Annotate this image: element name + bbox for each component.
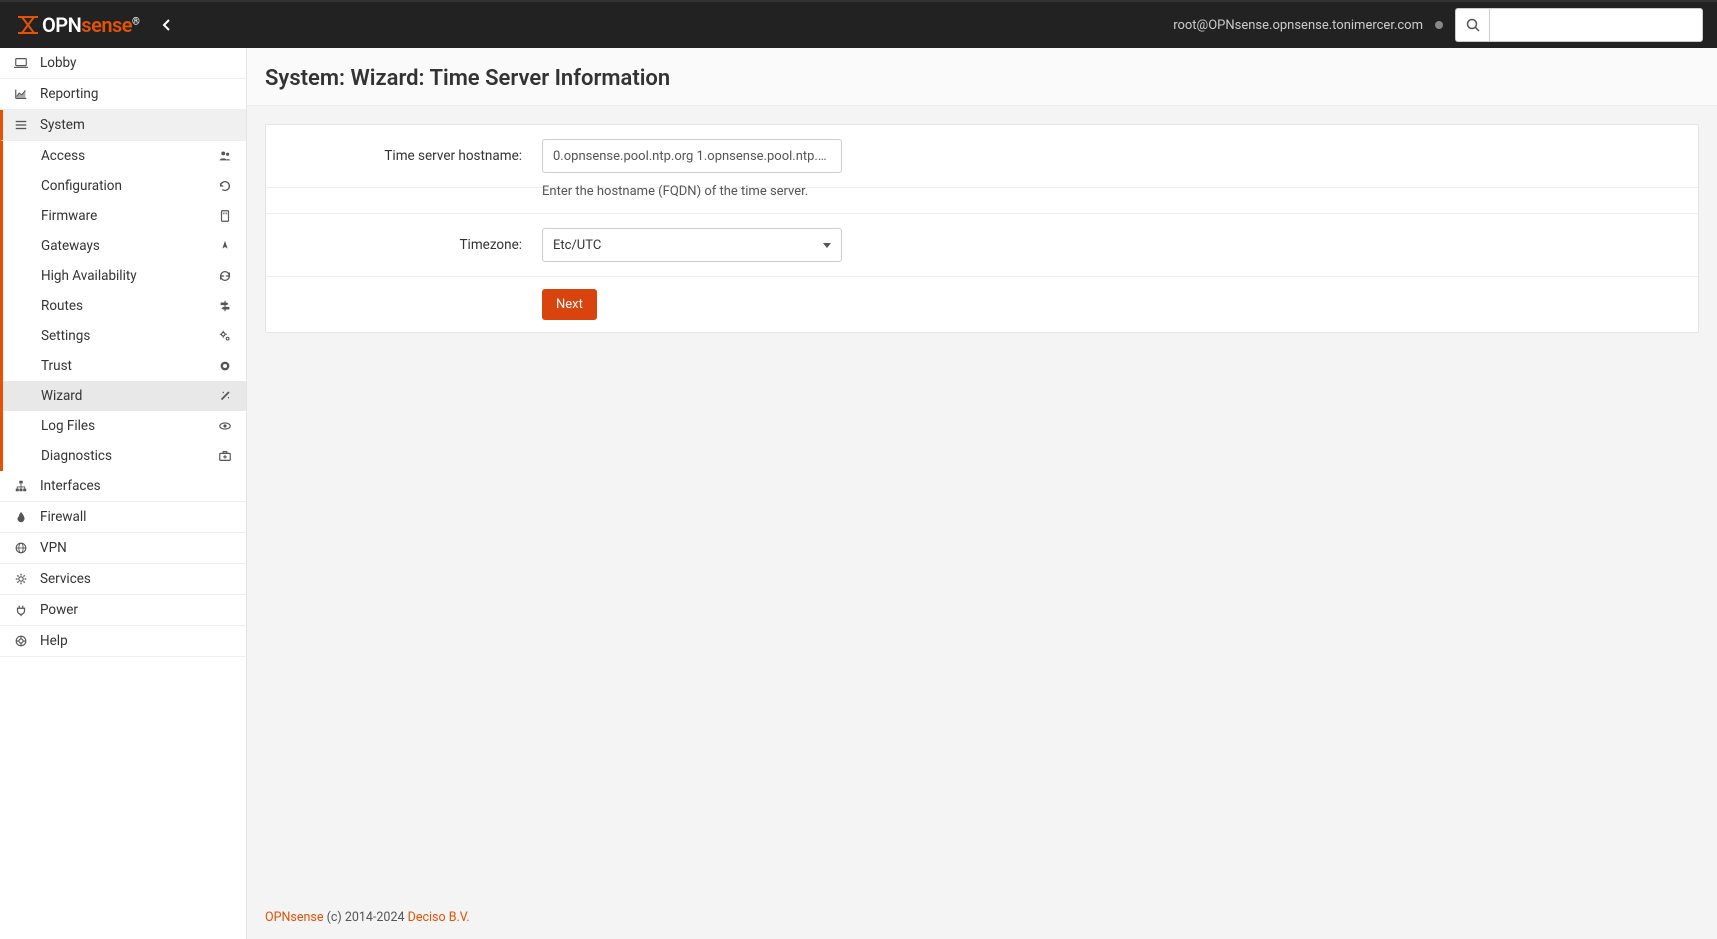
sidebar-subitem-configuration[interactable]: Configuration — [0, 171, 246, 201]
logo[interactable]: OPNsense® — [14, 12, 139, 38]
sidebar-item-label: Diagnostics — [41, 448, 112, 464]
sidebar-subitem-diagnostics[interactable]: Diagnostics — [0, 441, 246, 471]
logo-text-white: OPN — [42, 13, 81, 37]
sidebar-subitem-high-availability[interactable]: High Availability — [0, 261, 246, 291]
sidebar: Lobby Reporting System Access Configuration… — [0, 48, 247, 939]
sidebar-item-label: Power — [40, 602, 78, 618]
logo-text-orange: sense — [81, 13, 132, 37]
footer-company[interactable]: Deciso B.V. — [408, 910, 470, 925]
sidebar-subitem-log-files[interactable]: Log Files — [0, 411, 246, 441]
main-content: System: Wizard: Time Server Information … — [247, 48, 1717, 939]
cog-icon — [14, 572, 30, 586]
sidebar-item-power[interactable]: Power — [0, 595, 246, 626]
sidebar-item-label: High Availability — [41, 268, 137, 284]
sidebar-item-label: Services — [40, 571, 91, 587]
sidebar-subitem-gateways[interactable]: Gateways — [0, 231, 246, 261]
user-info[interactable]: root@OPNsense.opnsense.tonimercer.com — [1173, 18, 1423, 33]
sidebar-item-label: Firmware — [41, 208, 97, 224]
search-input[interactable] — [1489, 8, 1703, 42]
sidebar-item-label: System — [40, 117, 85, 133]
magic-icon — [218, 389, 232, 403]
cert-icon — [218, 359, 232, 373]
search-button[interactable] — [1455, 8, 1489, 42]
chart-icon — [14, 87, 30, 101]
status-indicator — [1435, 21, 1443, 29]
sidebar-collapse-button[interactable] — [153, 14, 179, 36]
sidebar-subitem-routes[interactable]: Routes — [0, 291, 246, 321]
sidebar-item-lobby[interactable]: Lobby — [0, 48, 246, 79]
life-icon — [14, 634, 30, 648]
sidebar-item-label: Access — [41, 148, 85, 164]
sidebar-item-services[interactable]: Services — [0, 564, 246, 595]
search-wrap — [1455, 8, 1703, 42]
search-icon — [1466, 18, 1480, 32]
sitemap-icon — [14, 479, 30, 493]
sidebar-item-label: Reporting — [40, 86, 98, 102]
sidebar-item-label: Log Files — [41, 418, 95, 434]
sidebar-item-label: Settings — [41, 328, 90, 344]
sidebar-subitem-wizard[interactable]: Wizard — [0, 381, 246, 411]
sidebar-subitem-access[interactable]: Access — [0, 141, 246, 171]
sidebar-item-label: Firewall — [40, 509, 86, 525]
sidebar-item-firewall[interactable]: Firewall — [0, 502, 246, 533]
cogs-icon — [218, 329, 232, 343]
sd-icon — [218, 209, 232, 223]
sidebar-item-reporting[interactable]: Reporting — [0, 79, 246, 110]
footer-mid: (c) 2014-2024 — [323, 910, 407, 925]
laptop-icon — [14, 56, 30, 70]
plug-icon — [14, 603, 30, 617]
sidebar-subitem-settings[interactable]: Settings — [0, 321, 246, 351]
hostname-label: Time server hostname: — [286, 148, 542, 164]
users-icon — [218, 149, 232, 163]
sidebar-item-label: Trust — [41, 358, 72, 374]
sidebar-item-system[interactable]: System — [0, 110, 246, 141]
timezone-select[interactable]: Etc/UTC — [542, 228, 842, 262]
undo-icon — [218, 179, 232, 193]
medkit-icon — [218, 449, 232, 463]
sidebar-item-label: Help — [40, 633, 68, 649]
nav-icon — [218, 239, 232, 253]
list-icon — [14, 118, 30, 132]
sidebar-subitem-trust[interactable]: Trust — [0, 351, 246, 381]
sidebar-subitem-firmware[interactable]: Firmware — [0, 201, 246, 231]
timezone-label: Timezone: — [286, 237, 542, 253]
sidebar-item-label: Lobby — [40, 55, 76, 71]
sidebar-item-label: Routes — [41, 298, 83, 314]
refresh-icon — [218, 269, 232, 283]
sidebar-item-label: Wizard — [41, 388, 82, 404]
footer-brand[interactable]: OPNsense — [265, 910, 323, 925]
globe-icon — [14, 541, 30, 555]
sidebar-item-label: Gateways — [41, 238, 100, 254]
fire-icon — [14, 510, 30, 524]
wizard-panel: Time server hostname: Enter the hostname… — [265, 124, 1699, 333]
sidebar-item-help[interactable]: Help — [0, 626, 246, 657]
sidebar-item-vpn[interactable]: VPN — [0, 533, 246, 564]
hostname-help: Enter the hostname (FQDN) of the time se… — [266, 184, 1698, 214]
footer: OPNsense (c) 2014-2024 Deciso B.V. — [247, 896, 1717, 939]
sidebar-item-label: Configuration — [41, 178, 122, 194]
header: OPNsense® root@OPNsense.opnsense.tonimer… — [0, 2, 1717, 48]
time-server-hostname-input[interactable] — [542, 139, 842, 173]
sidebar-item-interfaces[interactable]: Interfaces — [0, 471, 246, 502]
sidebar-item-label: Interfaces — [40, 478, 101, 494]
page-title: System: Wizard: Time Server Information — [247, 48, 1717, 106]
logo-icon — [14, 12, 42, 38]
timezone-value: Etc/UTC — [553, 238, 601, 253]
sidebar-item-label: VPN — [40, 540, 67, 556]
caret-down-icon — [823, 243, 831, 248]
next-button[interactable]: Next — [542, 289, 597, 320]
eye-icon — [218, 419, 232, 433]
signs-icon — [218, 299, 232, 313]
